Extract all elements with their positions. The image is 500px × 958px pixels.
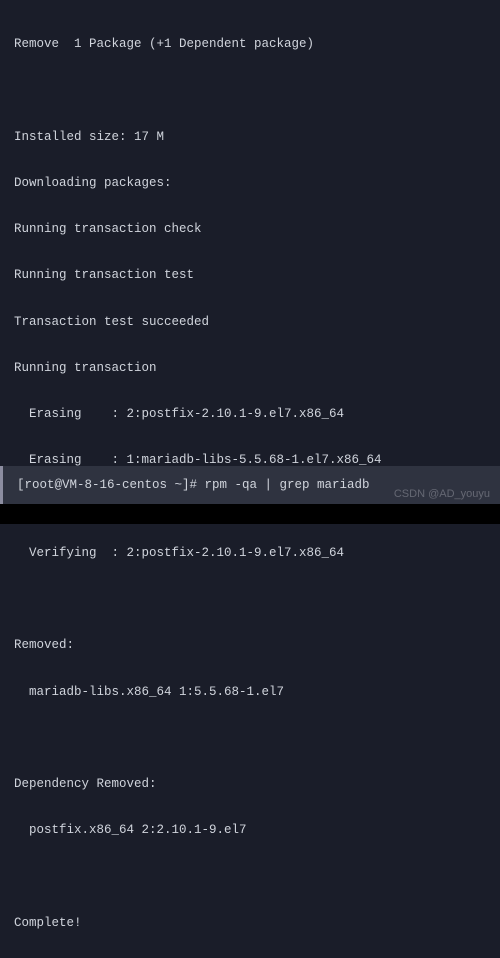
- output-line: Dependency Removed:: [14, 773, 486, 796]
- output-line: Verifying : 2:postfix-2.10.1-9.el7.x86_6…: [14, 542, 486, 565]
- output-line: Remove 1 Package (+1 Dependent package): [14, 33, 486, 56]
- output-line: Downloading packages:: [14, 172, 486, 195]
- output-line: [14, 79, 486, 102]
- output-line: [14, 866, 486, 889]
- output-line: [14, 727, 486, 750]
- output-line: Removed:: [14, 634, 486, 657]
- bottom-strip: [0, 504, 500, 524]
- output-line: Erasing : 2:postfix-2.10.1-9.el7.x86_64: [14, 403, 486, 426]
- output-line: mariadb-libs.x86_64 1:5.5.68-1.el7: [14, 681, 486, 704]
- watermark: CSDN @AD_youyu: [394, 488, 490, 500]
- output-line: Complete!: [14, 912, 486, 935]
- output-line: Transaction test succeeded: [14, 311, 486, 334]
- output-line: postfix.x86_64 2:2.10.1-9.el7: [14, 819, 486, 842]
- output-line: Running transaction: [14, 357, 486, 380]
- output-line: [14, 588, 486, 611]
- output-line: Running transaction test: [14, 264, 486, 287]
- prompt-text: [root@VM-8-16-centos ~]# rpm -qa | grep …: [17, 478, 370, 492]
- output-line: Installed size: 17 M: [14, 126, 486, 149]
- output-line: Running transaction check: [14, 218, 486, 241]
